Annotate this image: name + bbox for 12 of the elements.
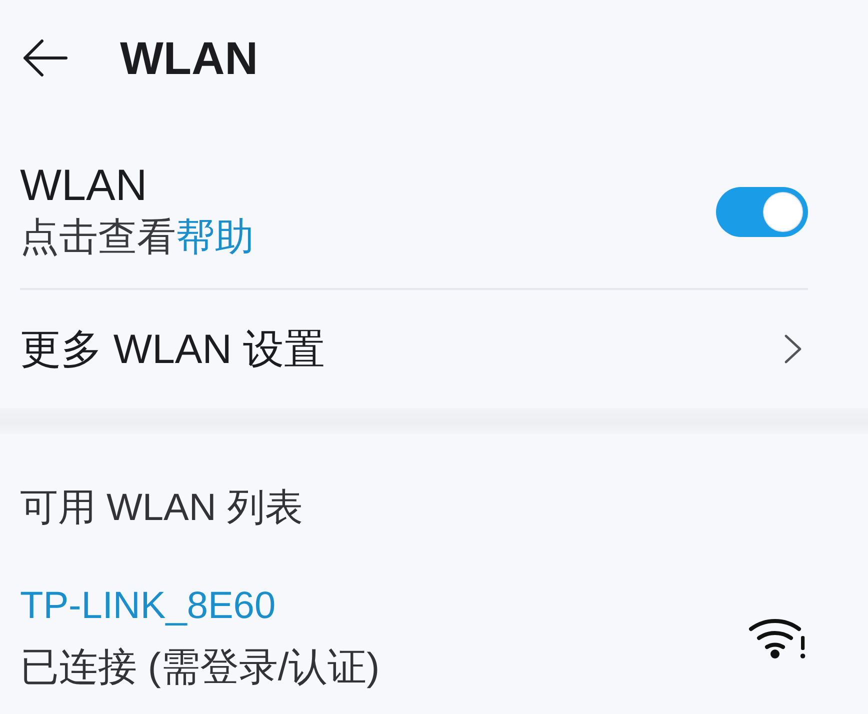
- wlan-label: WLAN: [20, 160, 148, 212]
- wlan-toggle[interactable]: [716, 187, 808, 237]
- network-name[interactable]: TP-LINK_8E60: [20, 584, 276, 628]
- network-status: 已连接 (需登录/认证): [20, 646, 380, 690]
- back-arrow-icon: [22, 39, 68, 77]
- page-title: WLAN: [120, 32, 258, 84]
- back-button[interactable]: [22, 39, 68, 77]
- help-link[interactable]: 帮助: [176, 216, 254, 259]
- chevron-right-icon: [784, 334, 802, 364]
- section-heading: 可用 WLAN 列表: [20, 486, 303, 530]
- more-settings-item[interactable]: 更多 WLAN 设置: [0, 290, 868, 408]
- help-hint: 点击查看帮助: [20, 215, 254, 261]
